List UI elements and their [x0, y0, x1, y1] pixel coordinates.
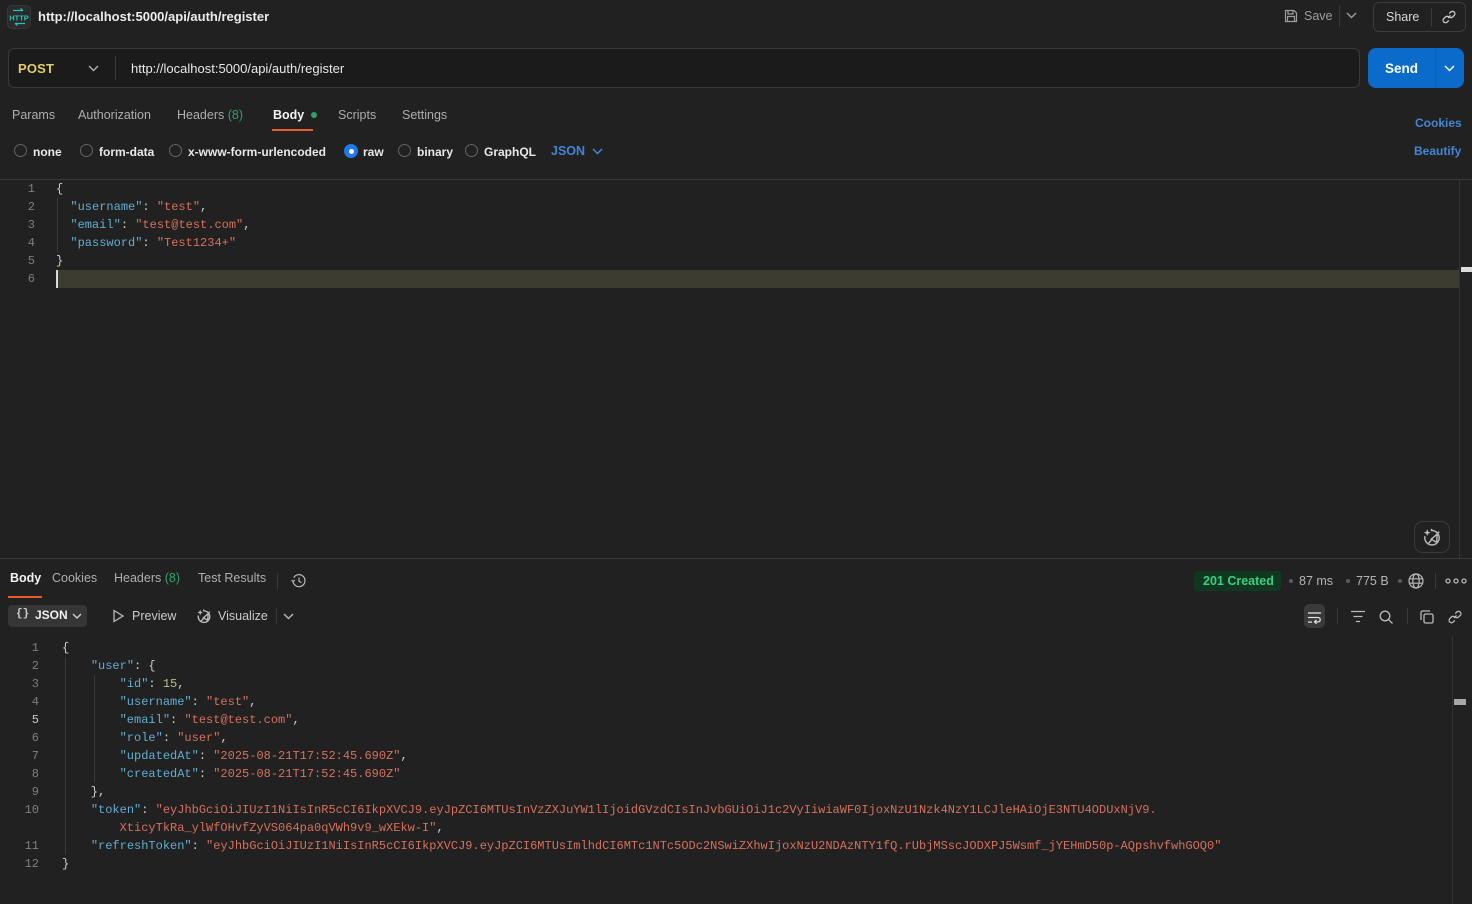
svg-text:HTTP: HTTP	[9, 14, 29, 23]
